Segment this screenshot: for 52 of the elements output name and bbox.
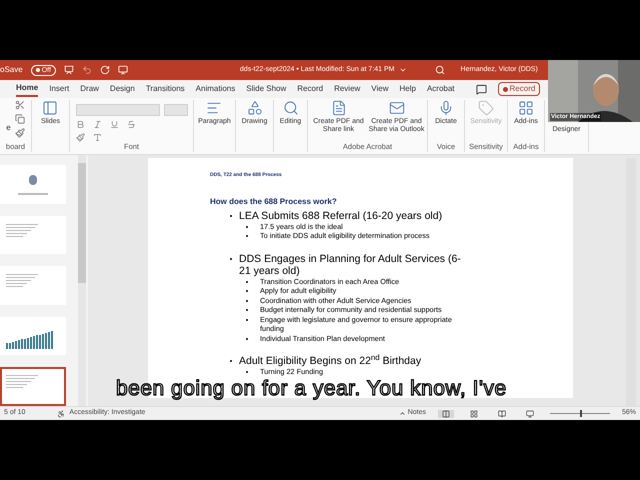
caption: been going on for a year. You know, I've: [116, 378, 507, 399]
chevron-down-icon[interactable]: [398, 66, 407, 74]
search-icon[interactable]: [434, 65, 445, 75]
slide-thumbnail[interactable]: [0, 367, 66, 406]
ribbon-tab[interactable]: Animations: [196, 82, 236, 96]
command-icon: [388, 100, 404, 116]
record-button[interactable]: Record: [498, 82, 540, 96]
slide-thumbnail[interactable]: [0, 216, 66, 254]
command-icon: [330, 100, 346, 116]
autosave-label: oSave: [0, 64, 23, 76]
zoom-thumb[interactable]: [580, 410, 582, 417]
scrollbar[interactable]: [78, 155, 86, 406]
underline-icon[interactable]: [110, 120, 118, 129]
cut-icon[interactable]: [14, 100, 25, 110]
command-icon: [518, 100, 534, 116]
format-painter-icon[interactable]: [14, 128, 25, 138]
font-name-field[interactable]: [76, 104, 160, 116]
ribbon-tab[interactable]: Transitions: [146, 82, 185, 96]
bullet-text: Adult Eligibility Begins on 22$^{nd}$ Birthday: [239, 355, 422, 367]
accessibility-icon[interactable]: [57, 410, 66, 418]
ribbon-tab[interactable]: View: [371, 82, 388, 96]
ribbon-tab[interactable]: Draw: [80, 82, 99, 96]
paste-label: e: [6, 122, 11, 134]
italic-icon[interactable]: [92, 120, 102, 129]
ribbon-tab[interactable]: Help: [400, 82, 416, 96]
ribbon-tab[interactable]: Review: [334, 82, 360, 96]
redo-icon[interactable]: [100, 65, 110, 75]
slide-thumbnail[interactable]: [0, 165, 66, 204]
slide-thumbnail[interactable]: [0, 266, 66, 305]
command-icon: [42, 100, 58, 116]
ribbon-tab[interactable]: Record: [297, 82, 324, 96]
font-color-icon[interactable]: [92, 133, 102, 142]
slide-title: How does the 688 Process work?: [210, 196, 338, 208]
bullet-text: DDS Engages in Planning for Adult Services (6-21 years old): [239, 252, 462, 276]
ribbon-tab[interactable]: Insert: [49, 82, 70, 96]
comments-icon[interactable]: [476, 84, 487, 94]
ribbon-tab[interactable]: Acrobat: [426, 82, 455, 96]
bullet-text: LEA Submits 688 Referral (16-20 years old): [239, 210, 442, 222]
slide-thumbnail[interactable]: [0, 316, 66, 356]
bold-icon[interactable]: [76, 120, 84, 129]
command-icon: [246, 100, 262, 116]
ribbon-tab[interactable]: Design: [110, 82, 135, 96]
strikethrough-icon[interactable]: [126, 120, 136, 129]
present-icon[interactable]: [118, 65, 128, 75]
copy-icon[interactable]: [14, 114, 25, 124]
font-size-field[interactable]: [164, 104, 188, 116]
command-icon: [282, 100, 298, 116]
command-icon: [478, 100, 494, 116]
view-button[interactable]: [438, 410, 454, 418]
command-icon: [206, 100, 222, 116]
notes-icon: [398, 410, 406, 417]
ribbon-tab[interactable]: Slide Show: [246, 82, 286, 96]
